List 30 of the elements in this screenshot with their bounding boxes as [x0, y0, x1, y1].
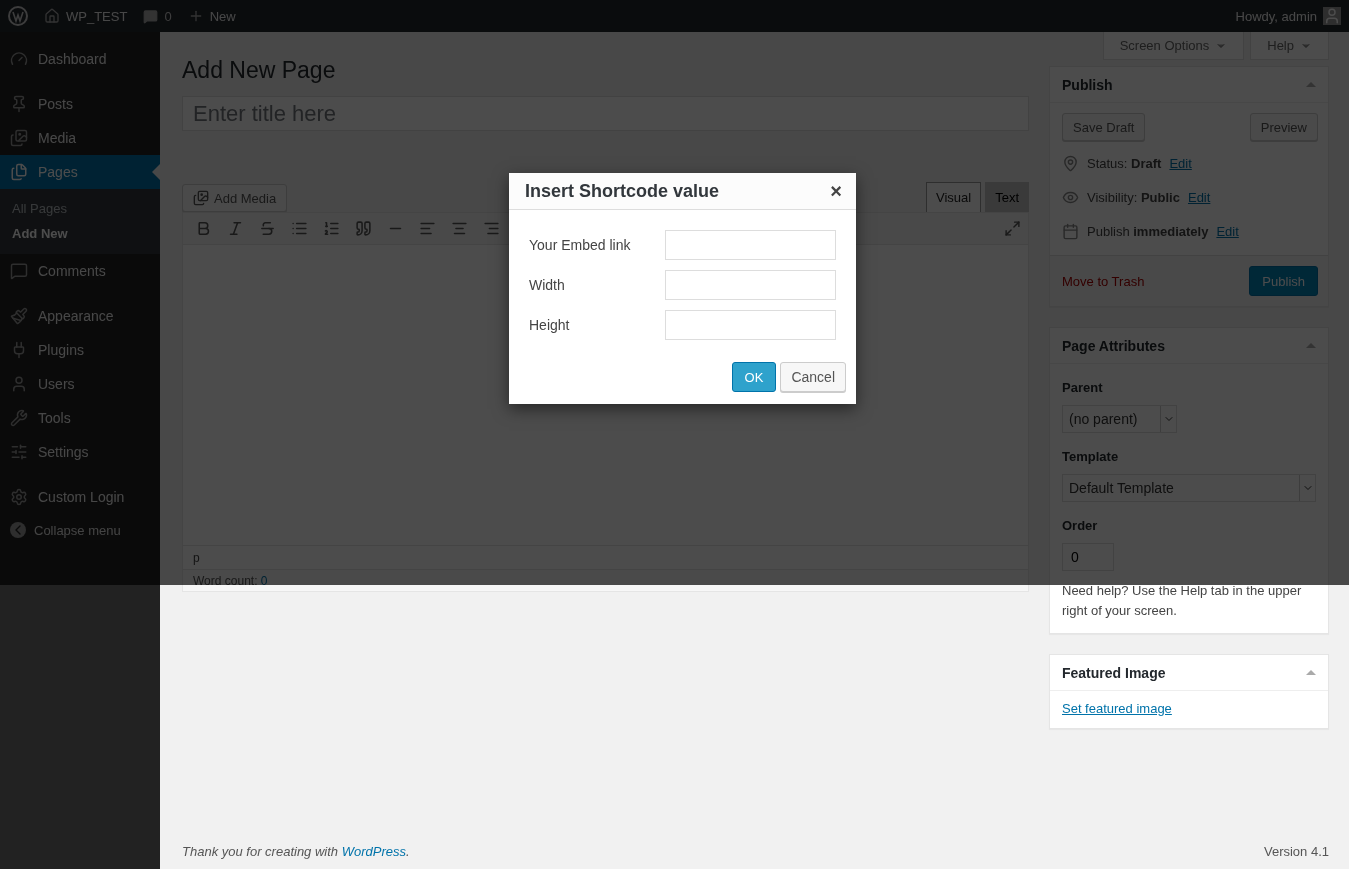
field-label: Order	[1062, 518, 1099, 533]
field-label: Height	[529, 317, 570, 333]
input-field[interactable]	[665, 310, 836, 340]
field-label: Width	[529, 277, 565, 293]
collapse-toggle-icon[interactable]	[1306, 670, 1316, 675]
publish-setting: Publish immediately	[1087, 223, 1209, 239]
input-field[interactable]	[665, 270, 836, 300]
field-label: Parent	[1062, 380, 1104, 395]
edit-link[interactable]: Edit	[1216, 223, 1239, 239]
set-featured-image-link[interactable]: Set featured image	[1062, 701, 1318, 716]
help-text: Need help? Use the Help tab in the upper right of your screen.	[1062, 582, 1303, 620]
publish-setting: Visibility: Public	[1087, 189, 1180, 205]
footer-credit: Thank you for creating with WordPress.	[182, 844, 410, 859]
edit-link[interactable]: Edit	[1169, 155, 1192, 171]
page-heading: Add New Page	[182, 57, 337, 84]
publish-setting: Status: Draft	[1087, 155, 1162, 171]
panel-title: Page Attributes	[1062, 337, 1165, 354]
panel-title: Featured Image	[1062, 664, 1166, 681]
field-label: Your Embed link	[529, 237, 631, 253]
move-to-trash-link[interactable]: Move to Trash	[1062, 273, 1145, 289]
dialog-title: Insert Shortcode value	[525, 180, 720, 202]
close-button[interactable]: ×	[830, 181, 842, 201]
cancel-button[interactable]: Cancel	[780, 362, 846, 392]
field-label: Template	[1062, 449, 1120, 464]
wordpress-link[interactable]: WordPress	[341, 844, 406, 859]
panel-title: Publish	[1062, 76, 1113, 93]
version-text: Version 4.1	[1263, 844, 1329, 859]
input-field[interactable]	[665, 230, 836, 260]
edit-link[interactable]: Edit	[1187, 189, 1211, 205]
ok-button[interactable]: OK	[731, 362, 777, 392]
